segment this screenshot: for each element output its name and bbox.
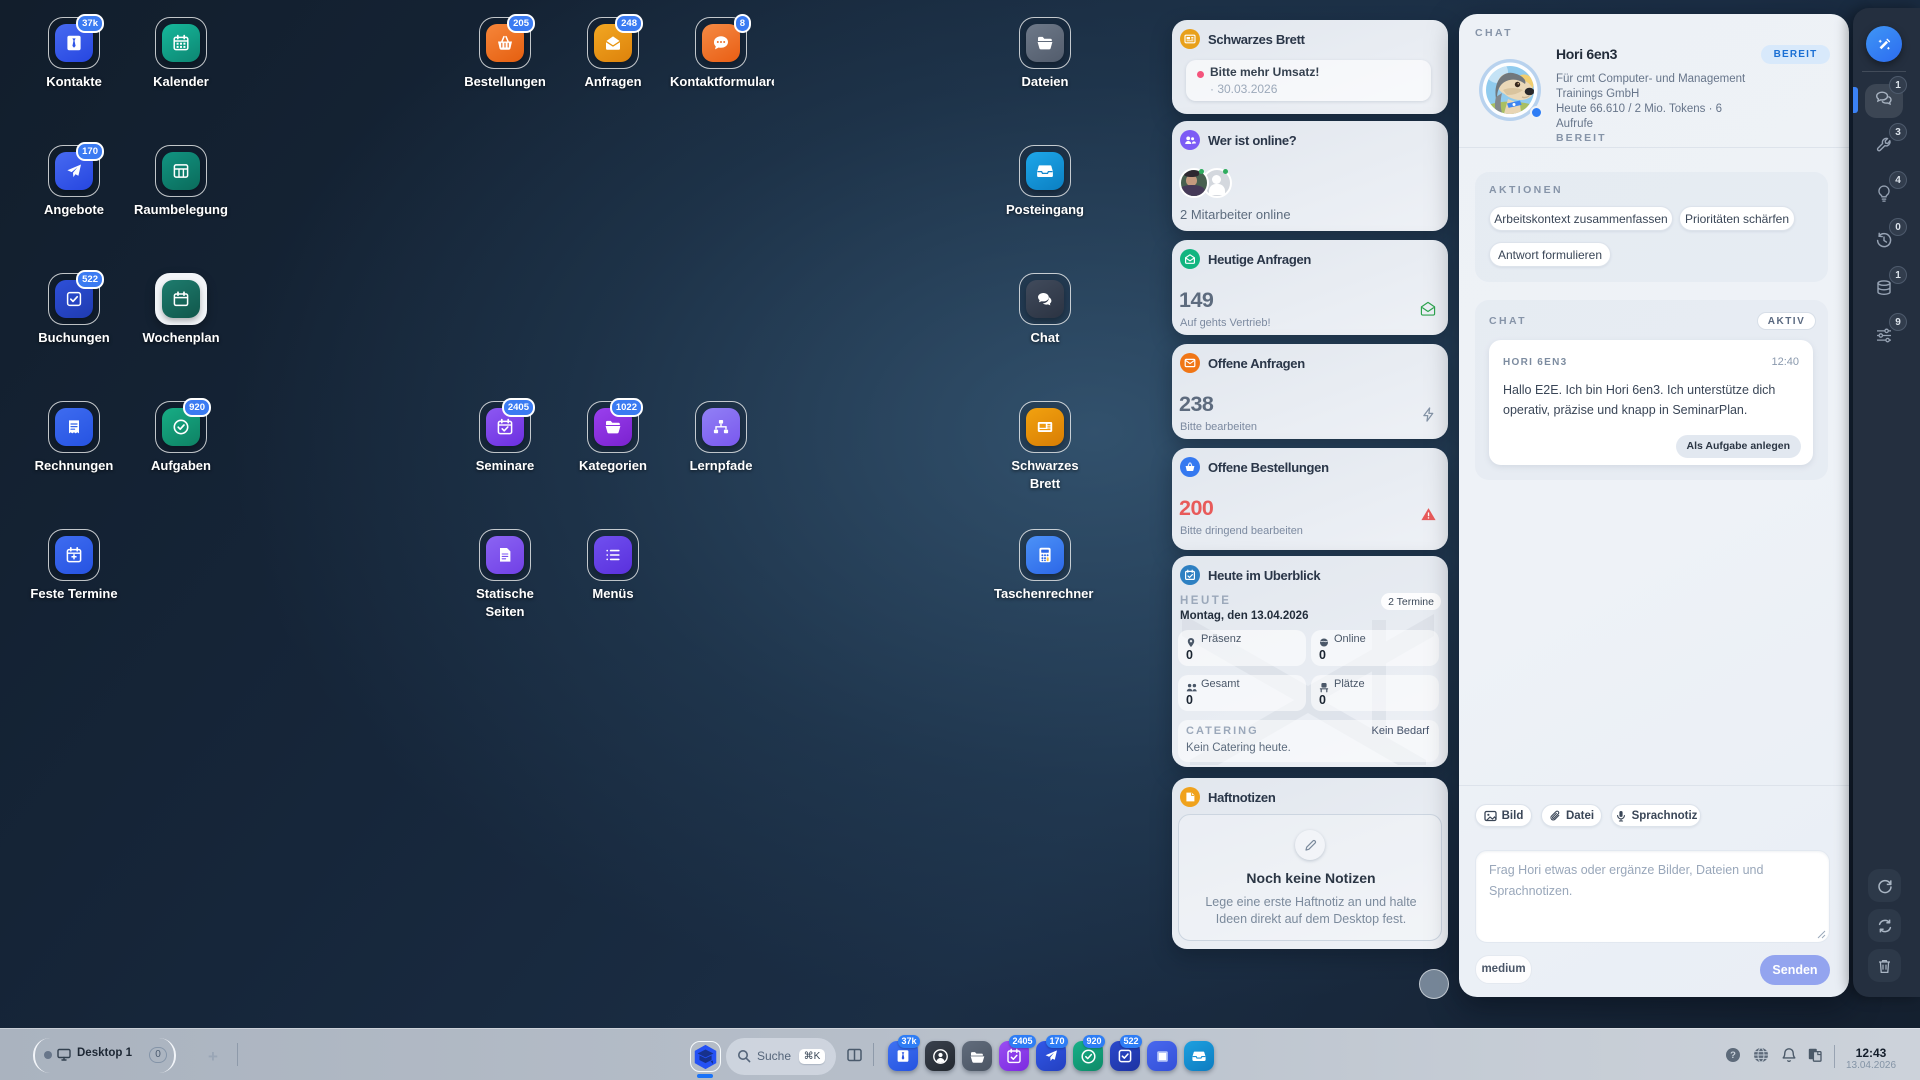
svg-text:?: ? — [1730, 1050, 1736, 1061]
